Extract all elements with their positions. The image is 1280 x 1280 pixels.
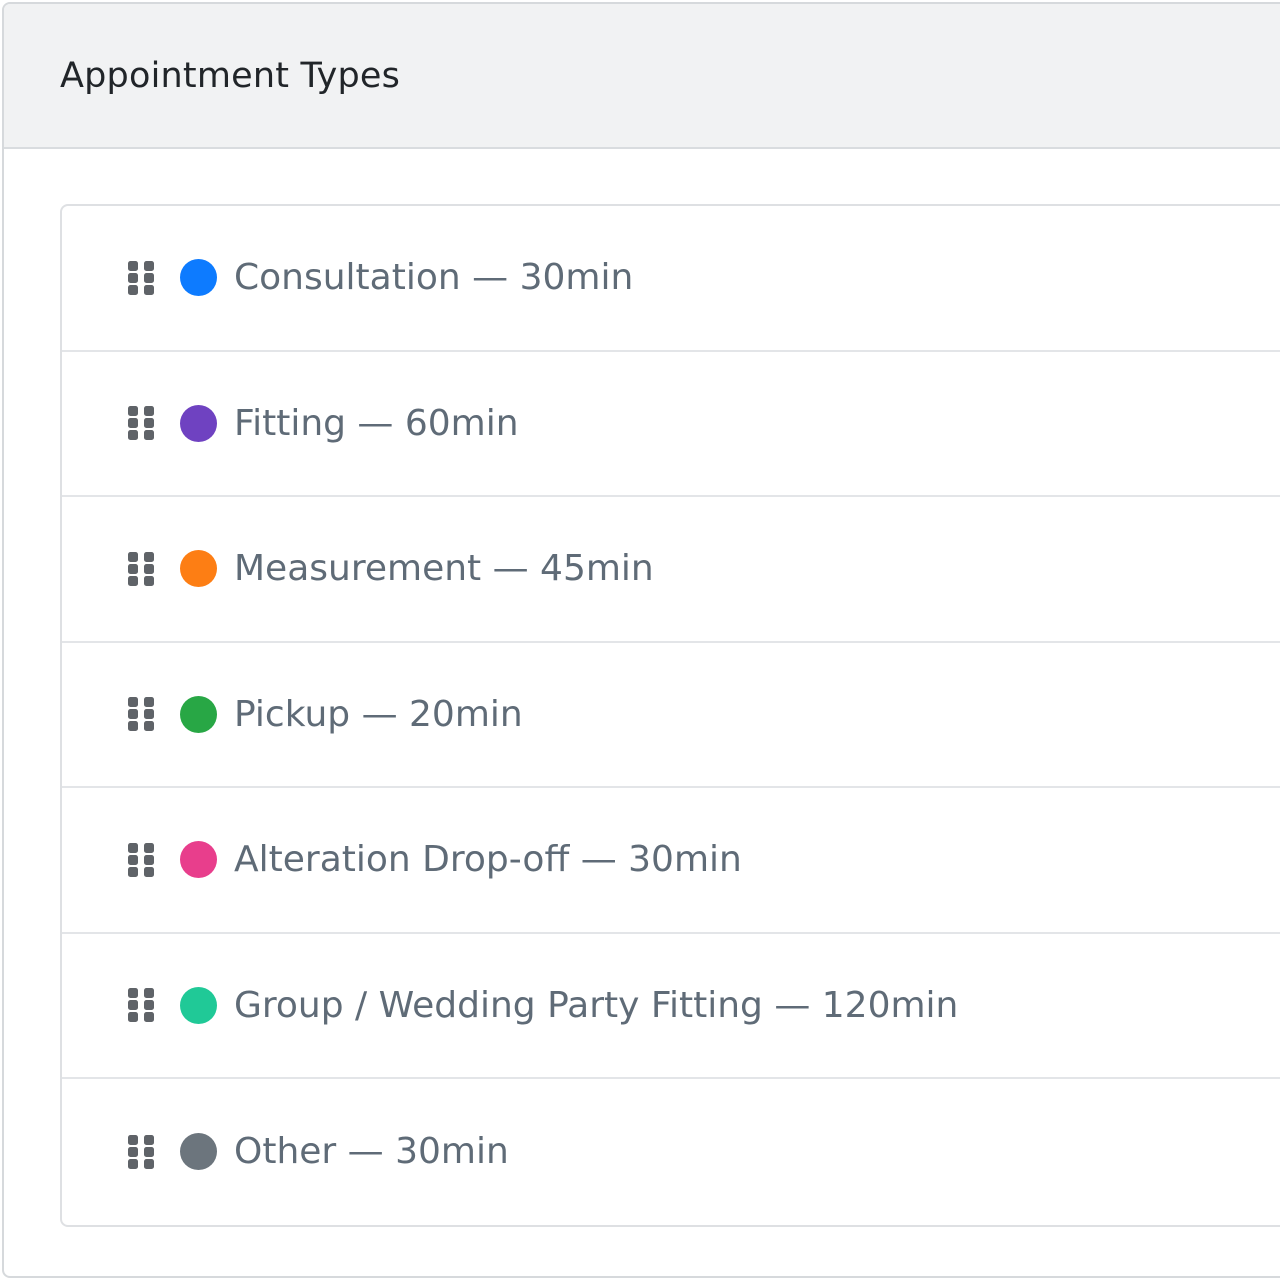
- appointment-type-label: Alteration Drop-off — 30min: [234, 839, 742, 881]
- list-item[interactable]: Other — 30min: [62, 1079, 1280, 1225]
- drag-handle-icon[interactable]: [128, 406, 154, 441]
- appointment-type-list: Consultation — 30min Fitting — 60min Mea…: [60, 204, 1280, 1227]
- drag-handle-icon[interactable]: [128, 697, 154, 732]
- drag-handle-icon[interactable]: [128, 260, 154, 295]
- drag-handle-icon[interactable]: [128, 551, 154, 586]
- drag-handle-icon[interactable]: [128, 842, 154, 877]
- list-item[interactable]: Pickup — 20min: [62, 643, 1280, 788]
- color-dot: [180, 259, 217, 297]
- drag-handle-icon[interactable]: [128, 988, 154, 1023]
- appointment-type-label: Measurement — 45min: [234, 548, 654, 590]
- drag-handle-icon[interactable]: [128, 1134, 154, 1169]
- appointment-type-label: Pickup — 20min: [234, 693, 523, 735]
- page-title: Appointment Types: [60, 55, 401, 96]
- appointment-type-label: Group / Wedding Party Fitting — 120min: [234, 984, 959, 1026]
- color-dot: [180, 550, 217, 588]
- color-dot: [180, 695, 217, 733]
- color-dot: [180, 841, 217, 879]
- color-dot: [180, 404, 217, 442]
- list-item[interactable]: Measurement — 45min: [62, 497, 1280, 643]
- appointment-type-label: Other — 30min: [234, 1131, 509, 1173]
- list-item[interactable]: Alteration Drop-off — 30min: [62, 788, 1280, 934]
- color-dot: [180, 1133, 217, 1171]
- list-item[interactable]: Group / Wedding Party Fitting — 120min: [62, 934, 1280, 1079]
- appointment-type-label: Fitting — 60min: [234, 402, 519, 444]
- appointment-types-card: Appointment Types Consultation — 30min F…: [2, 2, 1280, 1278]
- card-header: Appointment Types: [4, 4, 1280, 149]
- appointment-type-label: Consultation — 30min: [234, 257, 634, 299]
- color-dot: [180, 986, 217, 1024]
- list-item[interactable]: Fitting — 60min: [62, 352, 1280, 497]
- list-item[interactable]: Consultation — 30min: [62, 206, 1280, 352]
